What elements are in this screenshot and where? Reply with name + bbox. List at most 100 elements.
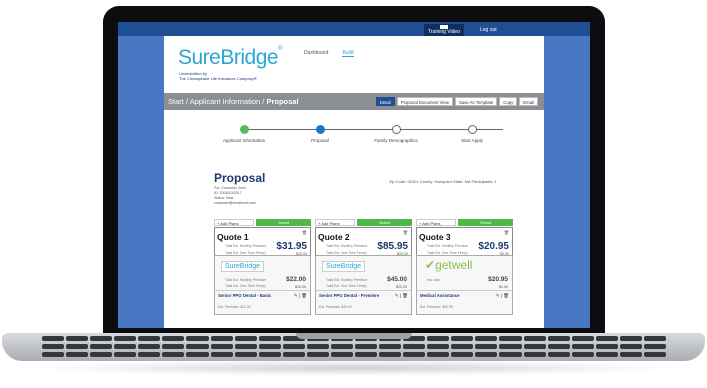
add-plans-button[interactable]: + Add Plans xyxy=(416,219,456,226)
proposal-location-info: Zip Code: 01001 County: Hampden State: M… xyxy=(389,179,497,184)
document-view-button[interactable]: Proposal Document View xyxy=(396,97,453,106)
plan-premium: $45.00 xyxy=(387,276,407,283)
key xyxy=(282,344,305,349)
key xyxy=(619,336,642,341)
key xyxy=(547,352,570,357)
trash-icon[interactable]: 🗑 xyxy=(504,230,509,235)
copy-button[interactable]: Copy xyxy=(499,97,518,106)
select-button[interactable]: Select xyxy=(256,219,311,226)
email-button[interactable]: Email xyxy=(519,97,538,106)
plan-fee: $20.00 xyxy=(396,285,407,289)
app-page: SureBridge® Underwritten by The Chesapeak… xyxy=(164,36,544,328)
key xyxy=(90,352,113,357)
key xyxy=(379,344,402,349)
key xyxy=(355,344,378,349)
step-dot-applicant[interactable] xyxy=(240,125,249,134)
key xyxy=(619,352,642,357)
keyboard xyxy=(42,336,666,358)
surebridge-plan-logo: SureBridge xyxy=(322,261,366,272)
key xyxy=(234,352,257,357)
laptop-scene: Training Video Log out SureBridge® Under… xyxy=(0,0,707,388)
logout-link[interactable]: Log out xyxy=(480,27,497,33)
proposal-meta: For: Customer John ID: 20040243017 Statu… xyxy=(214,186,256,205)
edit-icon[interactable]: ✎ | 🗑 xyxy=(294,293,307,299)
key xyxy=(42,336,65,341)
laptop-shadow xyxy=(30,360,678,376)
progress-stepper: Applicant Information Proposal Family De… xyxy=(204,124,504,164)
key xyxy=(355,352,378,357)
detail-button[interactable]: Detail xyxy=(375,97,395,106)
key xyxy=(523,344,546,349)
page-titlebar: Start / Applicant Information / Proposal… xyxy=(164,93,544,110)
key xyxy=(571,352,594,357)
plan-premium: $22.00 xyxy=(286,276,306,283)
key xyxy=(90,336,113,341)
key xyxy=(523,352,546,357)
add-plans-button[interactable]: + Add Plans xyxy=(315,219,355,226)
key xyxy=(42,352,65,357)
key xyxy=(186,344,209,349)
main-nav: Dashboard Build xyxy=(304,50,354,57)
key xyxy=(595,352,618,357)
key xyxy=(499,336,522,341)
quote-premium: $85.95 xyxy=(377,241,408,252)
step-label-apply: Start Apply xyxy=(461,138,483,143)
key xyxy=(571,336,594,341)
key xyxy=(258,352,281,357)
trash-icon[interactable]: 🗑 xyxy=(403,230,408,235)
nav-dashboard[interactable]: Dashboard xyxy=(304,50,328,57)
surebridge-logo[interactable]: SureBridge® xyxy=(178,46,282,70)
key xyxy=(210,336,233,341)
breadcrumb: Start / Applicant Information / Proposal xyxy=(168,97,299,106)
key xyxy=(547,344,570,349)
nav-build[interactable]: Build xyxy=(342,50,354,57)
key xyxy=(42,344,65,349)
plan-fee: $0.00 xyxy=(499,285,508,289)
plan-name: Medical Assistance xyxy=(420,293,460,298)
stepper-line xyxy=(245,129,503,130)
crumb-start[interactable]: Start xyxy=(168,97,184,106)
plan-card-3[interactable]: ✔getwell est. cost $20.95 $0.00 Medical … xyxy=(416,255,513,315)
quote-name: Quote 2 xyxy=(318,232,350,242)
key xyxy=(643,352,666,357)
key xyxy=(234,336,257,341)
key xyxy=(475,344,498,349)
crumb-applicant[interactable]: Applicant Information xyxy=(190,97,260,106)
key xyxy=(451,344,474,349)
add-plans-button[interactable]: + Add Plans xyxy=(214,219,254,226)
training-video-button[interactable]: Training Video xyxy=(424,24,464,36)
quote-premium: $20.95 xyxy=(478,241,509,252)
key xyxy=(643,344,666,349)
laptop-screen: Training Video Log out SureBridge® Under… xyxy=(118,22,590,328)
key xyxy=(427,336,450,341)
key xyxy=(282,352,305,357)
trash-icon[interactable]: 🗑 xyxy=(302,230,307,235)
save-template-button[interactable]: Save As Template xyxy=(454,97,498,106)
key xyxy=(451,336,474,341)
key xyxy=(499,352,522,357)
key xyxy=(138,344,161,349)
logo-tagline: Underwritten by The Chesapeake Life Insur… xyxy=(179,71,257,81)
key xyxy=(90,344,113,349)
select-button[interactable]: Select xyxy=(458,219,513,226)
plan-card-1[interactable]: SureBridge Total Est. Monthly Premium $2… xyxy=(214,255,311,315)
training-video-label: Training Video xyxy=(428,29,460,35)
edit-icon[interactable]: ✎ | 🗑 xyxy=(395,293,408,299)
key xyxy=(451,352,474,357)
step-dot-proposal[interactable] xyxy=(316,125,325,134)
plan-fee: $20.00 xyxy=(295,285,306,289)
key xyxy=(210,352,233,357)
key xyxy=(379,352,402,357)
plan-name: Senior PPO Dental - Premiere xyxy=(319,293,380,298)
step-dot-family[interactable] xyxy=(392,125,401,134)
edit-icon[interactable]: ✎ | 🗑 xyxy=(496,293,509,299)
step-dot-apply[interactable] xyxy=(468,125,477,134)
plan-card-2[interactable]: SureBridge Total Est. Monthly Premium $4… xyxy=(315,255,412,315)
select-button[interactable]: Select xyxy=(357,219,412,226)
proposal-title: Proposal xyxy=(214,171,266,185)
key xyxy=(186,352,209,357)
key xyxy=(114,352,137,357)
key xyxy=(403,344,426,349)
key xyxy=(427,344,450,349)
key xyxy=(162,352,185,357)
